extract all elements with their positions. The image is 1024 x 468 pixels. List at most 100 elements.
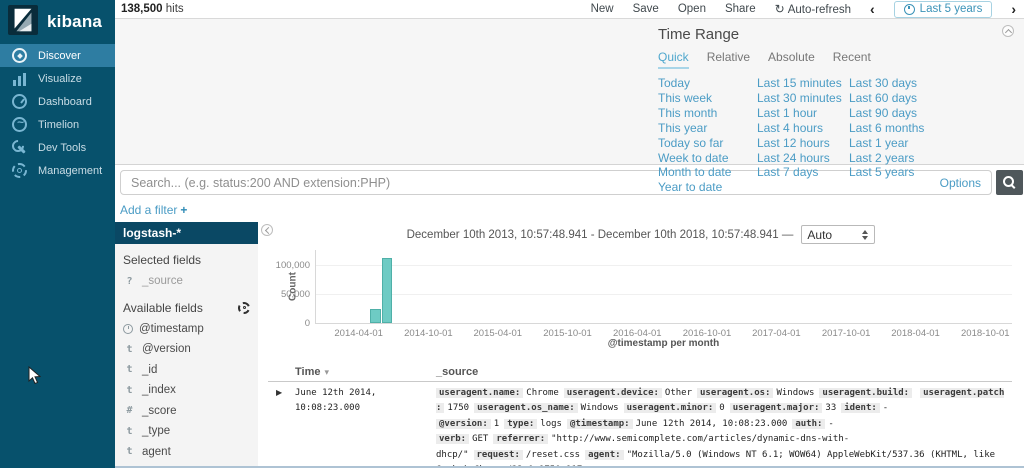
source-field-pair: useragent.os_name:Windows (474, 403, 618, 413)
source-field-value: GET (472, 434, 488, 444)
quick-range-link[interactable]: Last 1 year (849, 136, 941, 151)
sidebar-nav-item[interactable]: Timelion (0, 113, 115, 136)
top-menu-item[interactable]: Open (678, 3, 706, 15)
search-options-link[interactable]: Options (940, 176, 981, 190)
source-column-header: _source (436, 366, 478, 378)
field-item[interactable]: @timestamp (123, 319, 258, 340)
source-field-pair: @timestamp:June 12th 2014, 10:08:23.000 (567, 419, 787, 429)
quick-range-link[interactable]: This month (658, 106, 757, 121)
quick-range-link[interactable]: This week (658, 91, 757, 106)
source-field-key: @timestamp: (567, 419, 633, 429)
field-item[interactable]: ? _source (123, 271, 258, 292)
quick-range-link[interactable]: Month to date (658, 165, 757, 180)
quick-range-link[interactable]: Today (658, 76, 757, 91)
collapse-timepicker-icon[interactable] (1002, 25, 1014, 37)
top-menu-item[interactable]: Share (725, 3, 756, 15)
time-range-panel: Time Range Quick Relative Absolute Recen… (115, 19, 1024, 165)
nav-item-icon (12, 48, 27, 63)
top-menu-links: New Save Open Share (591, 3, 756, 15)
available-fields-list: @timestamp t @version t _id t _index (123, 319, 258, 468)
filter-row: Add a filter+ (115, 200, 1024, 222)
sidebar-nav-item[interactable]: Dev Tools (0, 136, 115, 159)
source-field-pair: useragent.os:Windows (697, 388, 814, 398)
quick-range-link[interactable]: Year to date (658, 180, 757, 195)
quick-range-link[interactable]: Last 5 years (849, 165, 941, 180)
field-item[interactable]: t _index (123, 380, 258, 401)
sidebar-nav-item[interactable]: Management (0, 159, 115, 182)
quick-range-link[interactable]: Today so far (658, 136, 757, 151)
sidebar-nav-item[interactable]: Discover (0, 44, 115, 67)
time-range-tab[interactable]: Recent (833, 50, 871, 69)
histogram-bar[interactable] (382, 258, 392, 323)
quick-range-link[interactable]: Last 6 months (849, 121, 941, 136)
quick-links-column-2: Last 15 minutesLast 30 minutesLast 1 hou… (757, 76, 849, 195)
field-name: _score (142, 405, 177, 417)
interval-select[interactable]: Auto (801, 225, 875, 244)
search-icon (1003, 176, 1016, 189)
time-range-tab[interactable]: Quick (658, 50, 689, 69)
quick-range-link[interactable]: Last 7 days (757, 165, 849, 180)
field-item[interactable]: t _id (123, 360, 258, 381)
x-axis-label: @timestamp per month (315, 338, 1012, 349)
time-range-tab[interactable]: Relative (707, 50, 750, 69)
quick-range-link[interactable]: Last 60 days (849, 91, 941, 106)
quick-range-link[interactable]: Last 1 hour (757, 106, 849, 121)
y-tick-label: 100,000 (262, 260, 310, 271)
field-type-icon: t (123, 446, 136, 457)
top-menu: New Save Open Share ↻Auto-refresh ‹ Last 5 … (591, 1, 1016, 18)
source-field-key: @version: (436, 419, 491, 429)
sort-caret-icon: ▾ (324, 368, 329, 378)
field-type-icon: ? (123, 276, 136, 287)
timepicker-button[interactable]: Last 5 years (894, 1, 993, 18)
time-range-tab[interactable]: Absolute (768, 50, 815, 69)
field-settings-gear-icon[interactable] (238, 302, 250, 314)
quick-range-link[interactable]: Last 15 minutes (757, 76, 849, 91)
quick-range-link[interactable]: Last 90 days (849, 106, 941, 121)
expand-row-caret-icon[interactable]: ▶ (268, 386, 295, 468)
y-tick-label: 50,000 (262, 289, 310, 300)
quick-range-link[interactable]: Last 2 years (849, 151, 941, 166)
kibana-logo-text: kibana (47, 12, 102, 32)
sidebar-nav-item[interactable]: Dashboard (0, 90, 115, 113)
source-field-key: useragent.major: (730, 403, 823, 413)
index-pattern-selector[interactable]: logstash-* (115, 222, 258, 244)
add-filter-link[interactable]: Add a filter+ (120, 203, 187, 217)
quick-range-link[interactable]: Week to date (658, 151, 757, 166)
quick-range-link[interactable]: Last 24 hours (757, 151, 849, 166)
field-name: @version (142, 343, 191, 355)
top-bar: 138,500 hits New Save Open Share ↻Auto-refr… (115, 0, 1024, 19)
quick-range-link[interactable]: Last 30 minutes (757, 91, 849, 106)
auto-refresh-button[interactable]: ↻Auto-refresh (775, 2, 851, 16)
gridline (316, 294, 1012, 295)
source-field-key: auth: (792, 419, 825, 429)
row-time-cell: June 12th 2014, 10:08:23.000 (295, 386, 436, 468)
source-field-key: ident: (841, 403, 880, 413)
field-type-icon: # (123, 405, 136, 416)
global-nav-list: Discover Visualize Dashboard Timelion (0, 44, 115, 182)
quick-range-link[interactable]: Last 12 hours (757, 136, 849, 151)
histogram-bar[interactable] (370, 309, 381, 323)
top-menu-item[interactable]: New (591, 3, 614, 15)
quick-range-link[interactable]: Last 30 days (849, 76, 941, 91)
interval-value: Auto (807, 228, 832, 242)
quick-links-columns: TodayThis weekThis monthThis yearToday s… (658, 76, 941, 195)
field-item[interactable]: t agent (123, 442, 258, 463)
time-forward-chevron[interactable]: › (1011, 2, 1016, 16)
hits-count: 138,500 hits (121, 3, 184, 15)
search-button[interactable] (996, 170, 1023, 195)
row-source-cell: useragent.name:Chromeuseragent.device:Ot… (436, 386, 1012, 468)
field-type-icon: t (123, 385, 136, 396)
quick-range-link[interactable]: This year (658, 121, 757, 136)
time-column-header[interactable]: Time▾ (295, 366, 436, 378)
quick-range-link[interactable]: Last 4 hours (757, 121, 849, 136)
field-item[interactable]: # _score (123, 401, 258, 422)
source-field-pair: useragent.major:33 (730, 403, 837, 413)
source-field-pair: ident:- (841, 403, 888, 413)
sidebar-nav-item[interactable]: Visualize (0, 67, 115, 90)
field-item[interactable]: t @version (123, 339, 258, 360)
top-menu-item[interactable]: Save (633, 3, 659, 15)
kibana-logo[interactable]: kibana (0, 0, 115, 44)
source-field-value: Other (665, 388, 692, 398)
time-back-chevron[interactable]: ‹ (870, 2, 875, 16)
field-item[interactable]: t _type (123, 421, 258, 442)
